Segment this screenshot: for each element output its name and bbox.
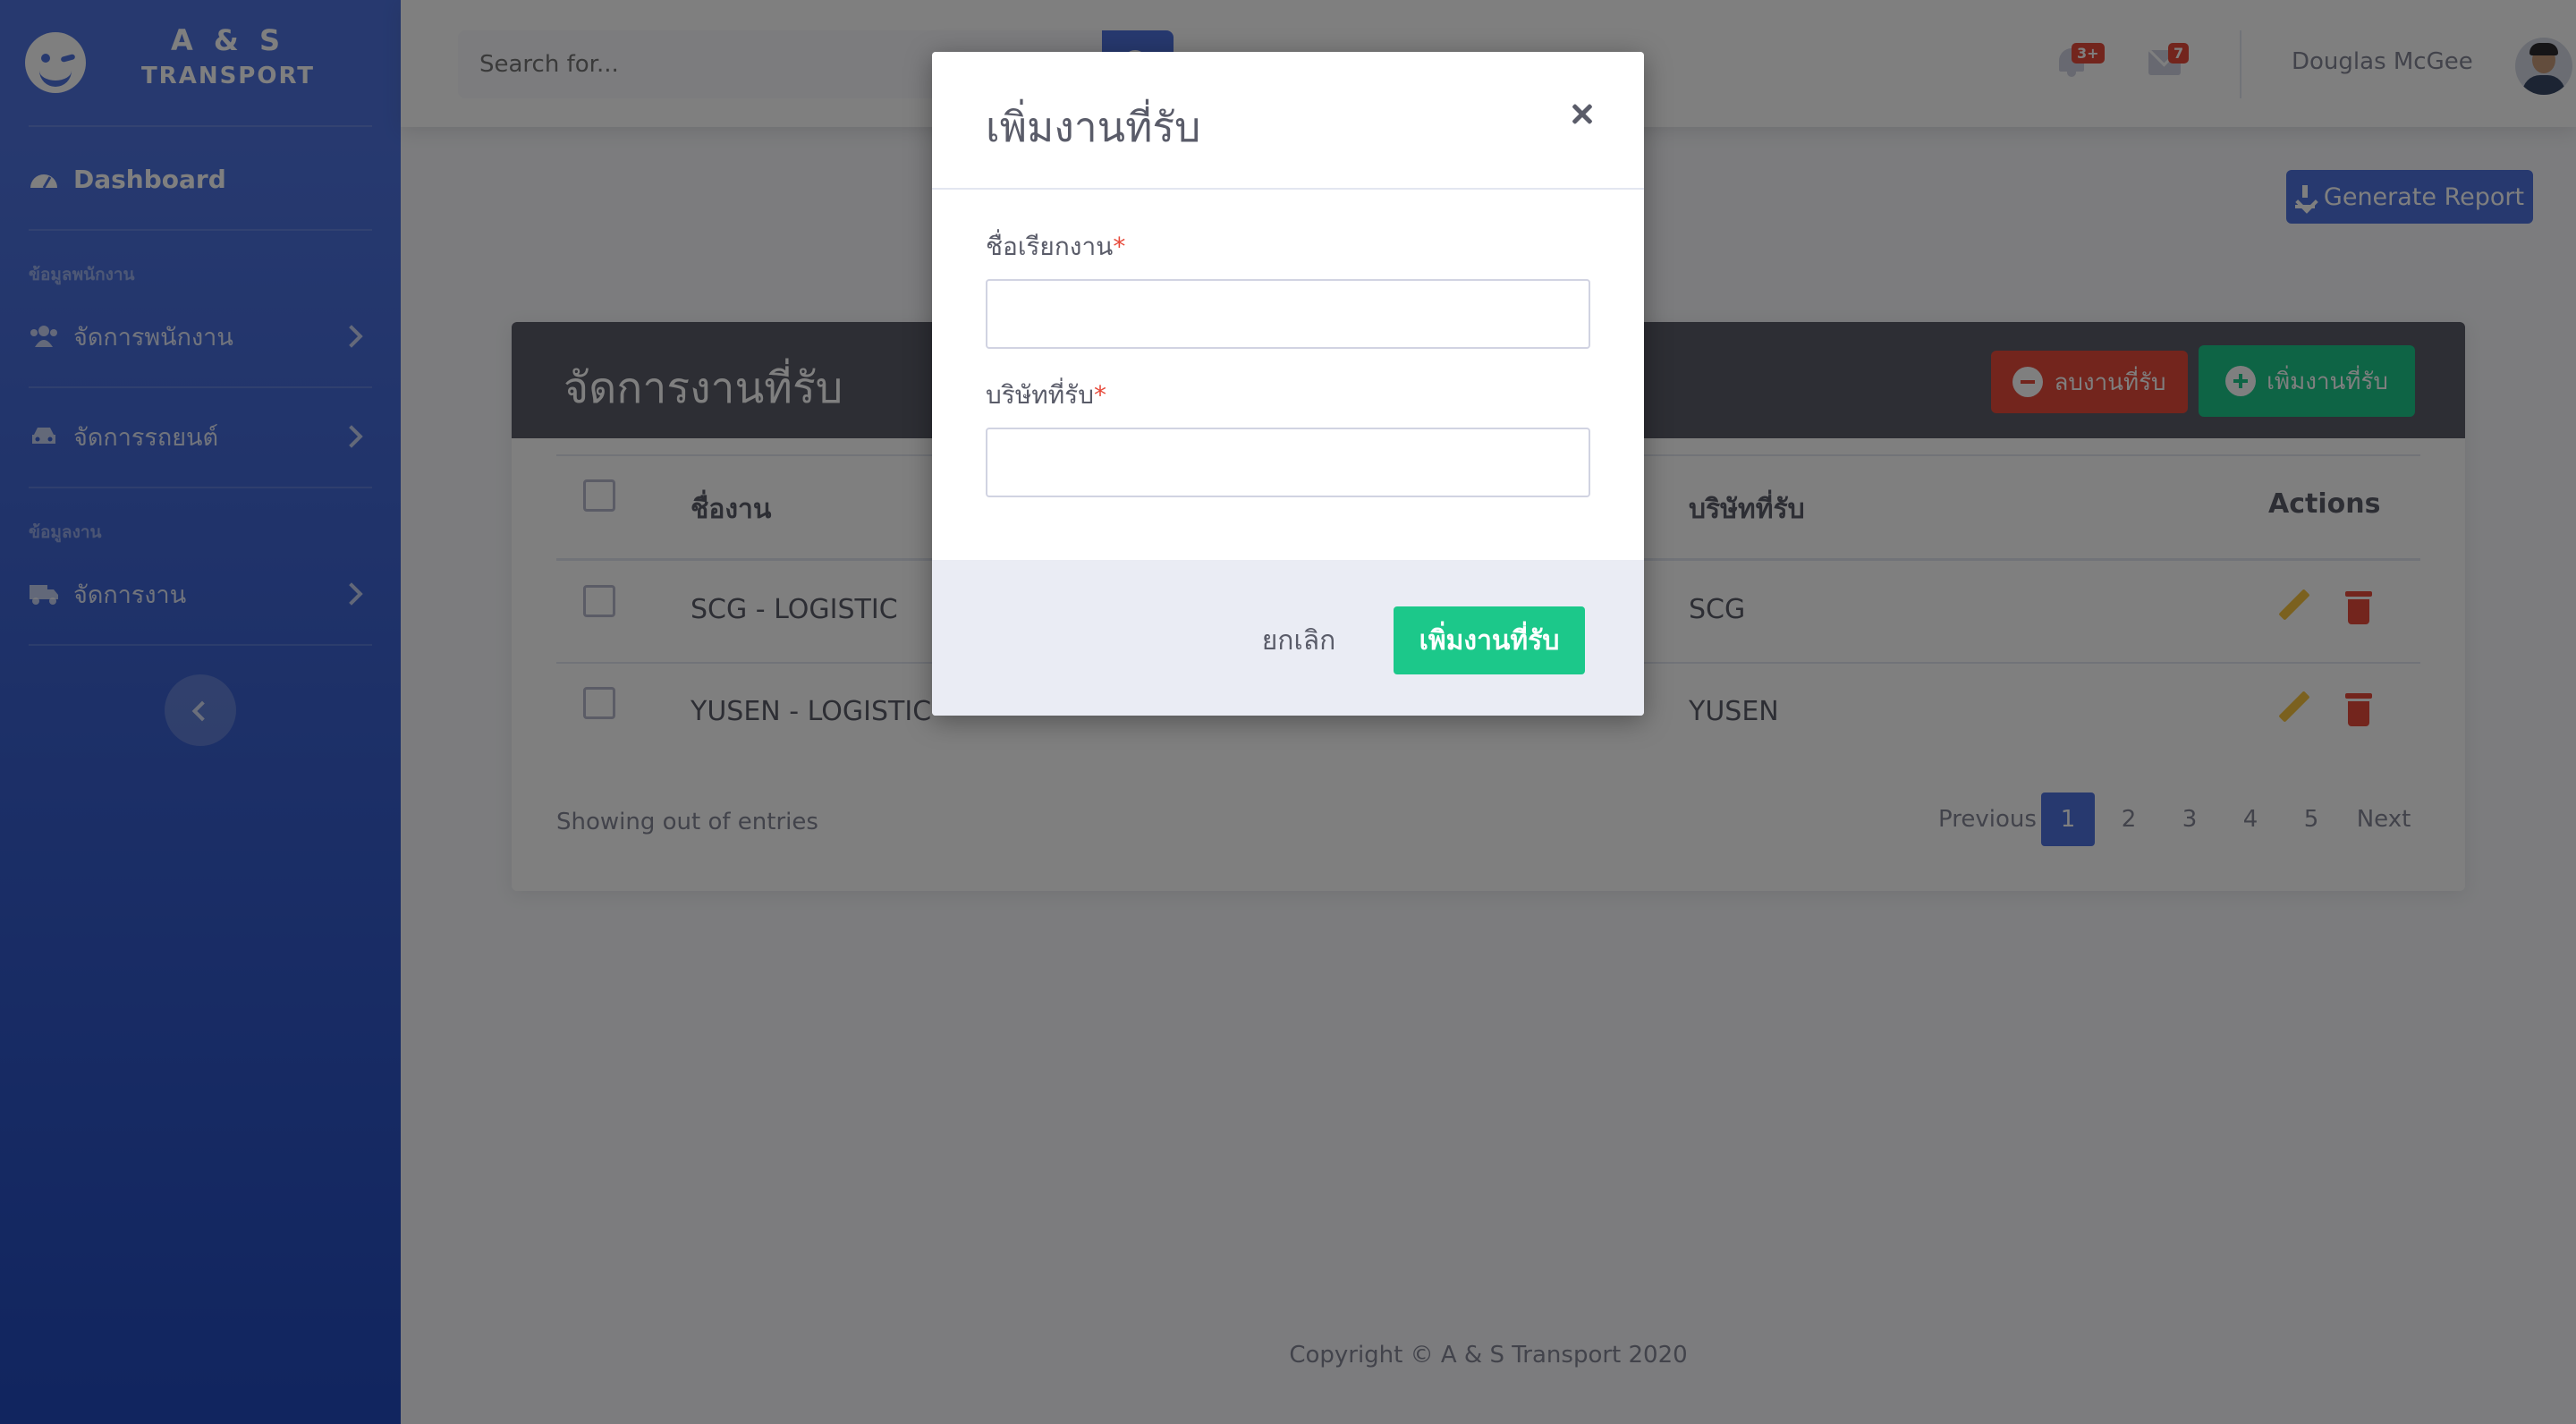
modal-header: เพิ่มงานที่รับ <box>932 52 1644 190</box>
cancel-button[interactable]: ยกเลิก <box>1227 606 1370 674</box>
add-job-modal: เพิ่มงานที่รับ ชื่อเรียกงาน* บริษัทที่รั… <box>932 52 1644 716</box>
modal-footer: ยกเลิก เพิ่มงานที่รับ <box>932 560 1644 716</box>
job-alias-input[interactable] <box>986 279 1590 349</box>
company-label: บริษัทที่รับ* <box>986 376 1106 415</box>
company-input[interactable] <box>986 428 1590 497</box>
close-icon[interactable] <box>1560 91 1605 136</box>
submit-add-job-button[interactable]: เพิ่มงานที่รับ <box>1394 606 1585 674</box>
job-alias-label: ชื่อเรียกงาน* <box>986 227 1125 267</box>
modal-title: เพิ่มงานที่รับ <box>986 103 1201 151</box>
job-alias-label-text: ชื่อเรียกงาน <box>986 232 1114 261</box>
required-asterisk: * <box>1113 232 1126 261</box>
required-asterisk: * <box>1094 380 1106 410</box>
company-label-text: บริษัทที่รับ <box>986 380 1094 410</box>
